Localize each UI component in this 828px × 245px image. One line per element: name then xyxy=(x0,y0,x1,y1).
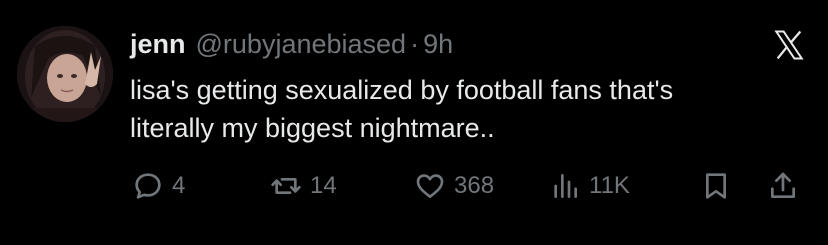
header-separator: · xyxy=(410,29,420,59)
share-icon xyxy=(771,172,795,198)
retweet-button[interactable]: 14 xyxy=(270,166,337,206)
action-bar: 4 14 368 11K xyxy=(0,166,828,206)
x-logo-icon xyxy=(774,30,804,60)
retweet-count: 14 xyxy=(310,172,337,199)
reply-count: 4 xyxy=(172,172,186,199)
retweet-icon xyxy=(271,178,301,194)
bookmark-button[interactable] xyxy=(700,166,740,206)
tweet-text-line: literally my biggest nightmare.. xyxy=(130,113,495,143)
avatar-image xyxy=(17,26,113,122)
views-button[interactable]: 11K xyxy=(549,166,630,206)
like-count: 368 xyxy=(454,172,495,199)
heart-icon xyxy=(416,174,444,198)
tweet-timestamp[interactable]: 9h xyxy=(423,27,453,61)
bookmark-icon xyxy=(706,173,726,199)
reply-icon xyxy=(135,173,161,199)
avatar[interactable] xyxy=(17,26,113,122)
views-chart-icon xyxy=(554,174,577,198)
share-button[interactable] xyxy=(767,166,807,206)
reply-button[interactable]: 4 xyxy=(132,166,185,206)
tweet-text: lisa's getting sexualized by football fa… xyxy=(130,71,810,147)
like-button[interactable]: 368 xyxy=(414,166,494,206)
tweet-text-line: lisa's getting sexualized by football fa… xyxy=(130,75,674,105)
author-handle[interactable]: @rubyjanebiased xyxy=(196,27,407,61)
tweet-header: jenn @rubyjanebiased · 9h xyxy=(130,27,453,61)
tweet-card: jenn @rubyjanebiased · 9h lisa's getting… xyxy=(0,0,828,245)
author-name[interactable]: jenn xyxy=(130,27,186,61)
views-count: 11K xyxy=(589,172,630,199)
